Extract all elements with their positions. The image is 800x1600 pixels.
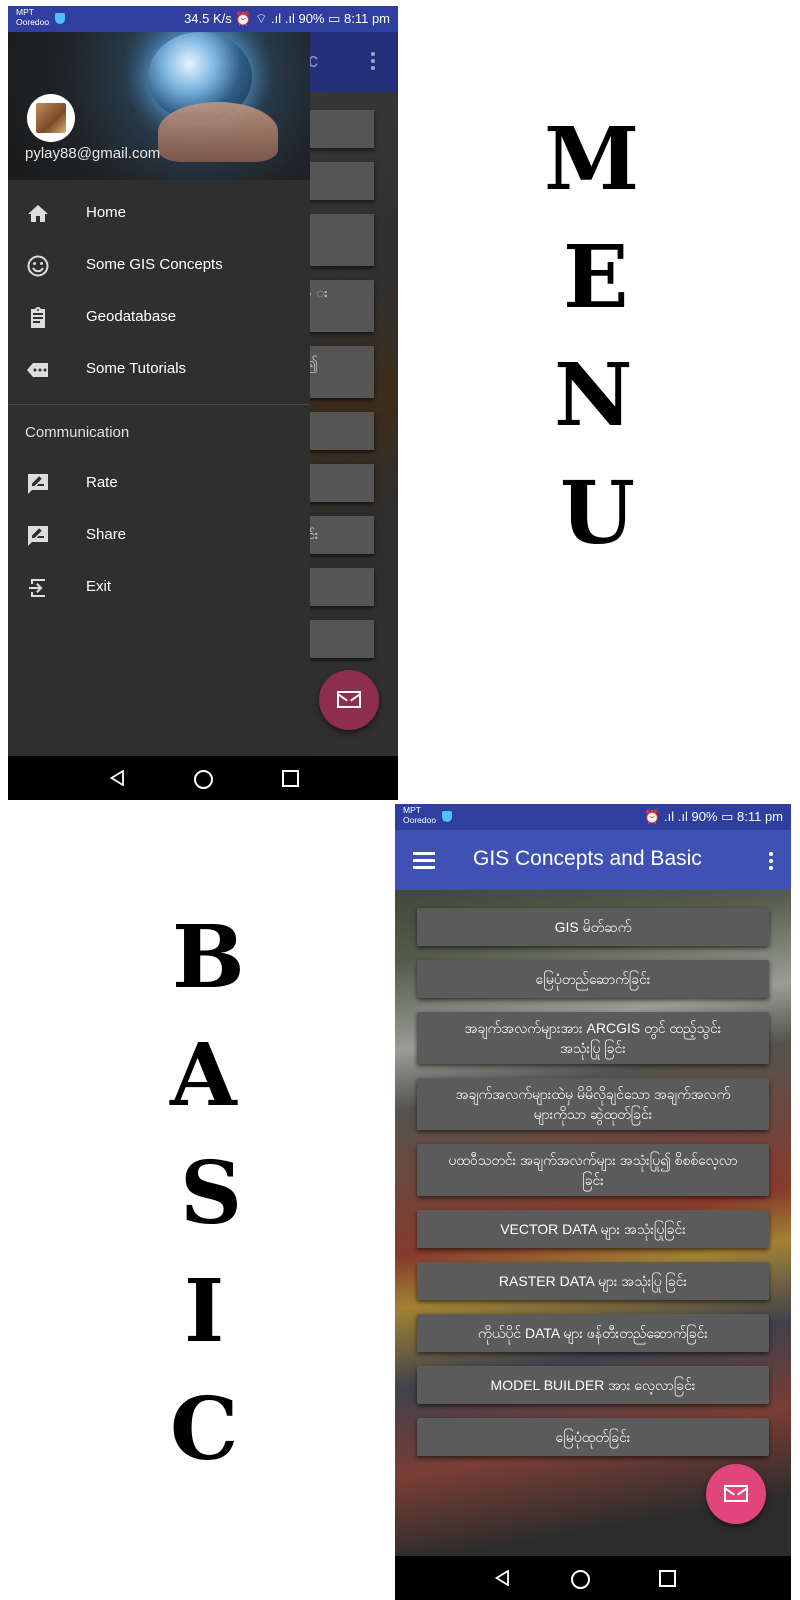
menu-item-label: Exit	[86, 578, 112, 595]
avatar[interactable]	[27, 94, 75, 142]
mail-icon	[337, 691, 361, 708]
overflow-menu-icon	[371, 52, 375, 70]
menu-item-label: Some Tutorials	[86, 360, 187, 377]
menu-item-exit[interactable]: Exit	[8, 564, 310, 612]
basic-letter: A	[170, 1025, 237, 1126]
smiley-icon	[27, 255, 49, 277]
topic-button[interactable]: ကိုယ်ပိုင် DATA များ ဖန်တီးတည်ဆောက်ခြင်း	[417, 1314, 769, 1352]
overflow-menu-icon[interactable]	[769, 852, 773, 870]
carrier-line1: MPT	[403, 805, 421, 815]
main-content: GIS မိတ်ဆက် မြေပုံတည်ဆောက်ခြင်း အချက်အလက…	[395, 890, 791, 1556]
basic-letter: C	[170, 1379, 239, 1480]
menu-item-geodatabase[interactable]: Geodatabase	[8, 294, 310, 342]
home-icon	[28, 205, 48, 222]
home-nav-icon[interactable]	[194, 770, 213, 789]
basic-letter: B	[172, 907, 245, 1008]
basic-letter: I	[184, 1261, 225, 1362]
menu-item-label: Some GIS Concepts	[86, 256, 223, 273]
clipboard-icon	[31, 307, 45, 328]
carrier-line2: Ooredoo	[403, 815, 437, 825]
basic-letter: S	[180, 1143, 243, 1244]
topic-button[interactable]: အချက်အလက်များထဲမှ မိမိလိုချင်သော အချက်အလ…	[417, 1078, 769, 1130]
menu-item-label: Rate	[86, 474, 118, 491]
section-header: Communication	[25, 424, 130, 441]
back-icon[interactable]	[495, 1570, 509, 1586]
topic-button[interactable]: ပထဝီသတင်း အချက်အလက်များ အသုံးပြု၍ စိစစ်လ…	[417, 1144, 769, 1196]
menu-item-home[interactable]: Home	[8, 190, 310, 238]
topic-button[interactable]: VECTOR DATA များ အသုံးပြုခြင်း	[417, 1210, 769, 1248]
app-bar: GIS Concepts and Basic	[395, 830, 791, 890]
menu-item-gis-concepts[interactable]: Some GIS Concepts	[8, 242, 310, 290]
topic-button[interactable]: မြေပုံထုတ်ခြင်း	[417, 1418, 769, 1456]
rate-icon	[28, 474, 48, 494]
status-indicators: ⏰ .ıl .ıl 90% ▭ 8:11 pm	[644, 809, 783, 824]
menu-letter: E	[563, 227, 629, 328]
carrier-line2: Ooredoo	[16, 17, 50, 27]
menu-letter: N	[554, 345, 633, 446]
navigation-drawer: pylay88@gmail.com Home Some GIS Concepts…	[8, 32, 310, 756]
topic-button[interactable]: MODEL BUILDER အား လေ့လာခြင်း	[417, 1366, 769, 1404]
menu-item-label: Home	[86, 204, 127, 221]
topic-button[interactable]: GIS မိတ်ဆက်	[417, 908, 769, 946]
menu-item-rate[interactable]: Rate	[8, 460, 310, 508]
menu-item-tutorials[interactable]: Some Tutorials	[8, 346, 310, 394]
topic-button[interactable]: မြေပုံတည်ဆောက်ခြင်း	[417, 960, 769, 998]
system-nav-bar	[8, 756, 398, 800]
compose-fab[interactable]	[706, 1464, 766, 1524]
status-indicators: 34.5 K/s ⏰ ⌔ .ıl .ıl 90% ▭ 8:11 pm	[184, 11, 390, 26]
hamburger-menu-icon[interactable]	[413, 852, 435, 869]
recents-icon[interactable]	[282, 770, 299, 787]
app-title: GIS Concepts and Basic	[473, 847, 702, 870]
compose-fab[interactable]	[319, 670, 379, 730]
menu-item-label: Geodatabase	[86, 308, 177, 325]
back-icon[interactable]	[110, 770, 124, 786]
account-email: pylay88@gmail.com	[25, 145, 161, 162]
carrier-label: MPT Ooredoo	[16, 7, 49, 27]
status-bar: MPT Ooredoo ⏰ .ıl .ıl 90% ▭ 8:11 pm	[395, 804, 791, 830]
system-nav-bar	[395, 1556, 791, 1600]
drawer-header: pylay88@gmail.com	[8, 32, 310, 180]
shield-icon	[442, 811, 452, 822]
topic-button[interactable]: အချက်အလက်များအား ARCGIS တွင် ထည့်သွင်းအသ…	[417, 1012, 769, 1064]
mail-icon	[724, 1485, 748, 1502]
divider	[8, 404, 310, 405]
home-nav-icon[interactable]	[571, 1570, 590, 1589]
menu-screenshot: MPT Ooredoo 34.5 K/s ⏰ ⌔ .ıl .ıl 90% ▭ 8…	[8, 6, 398, 800]
carrier-label: MPT Ooredoo	[403, 805, 436, 825]
menu-letter: M	[544, 109, 640, 210]
shield-icon	[55, 13, 65, 24]
tag-icon	[27, 363, 48, 377]
exit-icon	[29, 579, 45, 597]
hand-image	[158, 102, 278, 162]
menu-letter: U	[560, 463, 635, 564]
topic-button[interactable]: RASTER DATA များ အသုံးပြု ခြင်း	[417, 1262, 769, 1300]
carrier-line1: MPT	[16, 7, 34, 17]
recents-icon[interactable]	[659, 1570, 676, 1587]
share-icon	[28, 526, 48, 546]
basic-screenshot: MPT Ooredoo ⏰ .ıl .ıl 90% ▭ 8:11 pm GIS …	[395, 804, 791, 1600]
status-bar: MPT Ooredoo 34.5 K/s ⏰ ⌔ .ıl .ıl 90% ▭ 8…	[8, 6, 398, 32]
menu-item-share[interactable]: Share	[8, 512, 310, 560]
menu-item-label: Share	[86, 526, 127, 543]
